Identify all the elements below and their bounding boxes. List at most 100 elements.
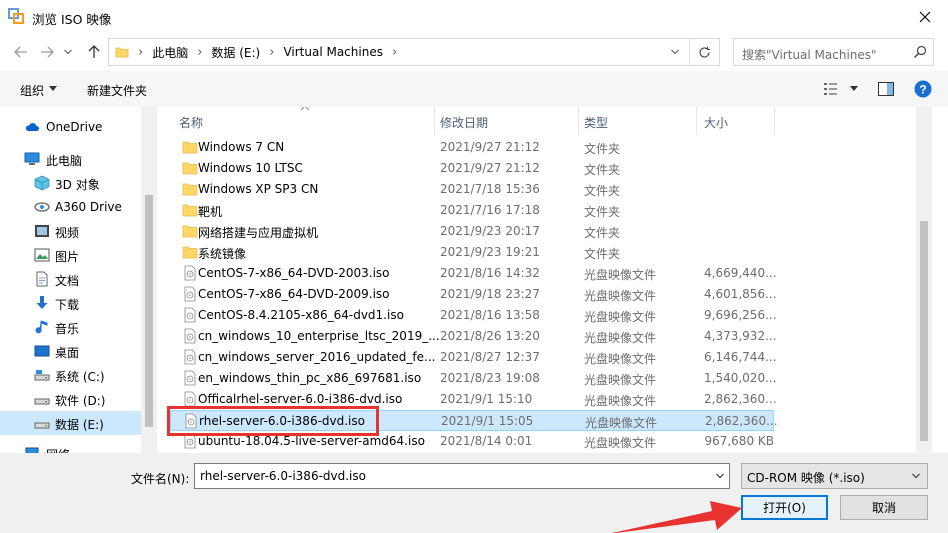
command-toolbar: 组织 新建文件夹 ?	[0, 71, 948, 107]
file-row[interactable]: CentOS-7-x86_64-DVD-2003.iso 2021/8/16 14…	[170, 263, 777, 284]
sidebar-item-this-pc[interactable]: 此电脑	[0, 147, 141, 171]
file-row[interactable]: CentOS-7-x86_64-DVD-2009.iso 2021/9/18 23…	[170, 284, 777, 305]
file-date: 2021/8/16 13:58	[440, 308, 540, 322]
column-separator[interactable]	[696, 107, 697, 135]
caret-down-icon[interactable]	[850, 86, 858, 91]
up-button[interactable]	[84, 42, 104, 62]
sidebar-item-desktop[interactable]: 桌面	[0, 339, 141, 363]
close-button[interactable]	[902, 0, 948, 33]
folder-row[interactable]: 网络搭建与应用虚拟机 2021/9/23 20:17 文件夹	[170, 221, 774, 242]
cancel-button[interactable]: 取消	[840, 495, 928, 520]
sidebar-item-a360-drive[interactable]: A360 Drive	[0, 195, 141, 219]
file-type: 文件夹	[584, 205, 621, 219]
sidebar-item-drive-e[interactable]: 数据 (E:)	[0, 411, 141, 435]
file-row[interactable]: ubuntu-18.04.5-live-server-amd64.iso 2021…	[170, 431, 774, 452]
column-header-size[interactable]: 大小	[704, 114, 728, 131]
cloud-icon	[25, 123, 39, 131]
sidebar-item-drive-d[interactable]: 软件 (D:)	[0, 387, 141, 411]
disk-icon	[34, 422, 50, 429]
file-name: CentOS-7-x86_64-DVD-2003.iso	[198, 266, 390, 280]
sidebar-item-drive-c[interactable]: 系统 (C:)	[0, 363, 141, 387]
disc-image-icon	[184, 265, 196, 281]
file-date: 2021/8/27 12:37	[440, 350, 540, 364]
sidebar-scrollbar[interactable]	[141, 107, 157, 453]
open-button-label: 打开(O)	[763, 501, 806, 515]
navigation-pane: OneDrive 此电脑 3D 对象 A360 Drive 视频 图片 文档 下…	[0, 107, 157, 453]
filetype-select[interactable]: CD-ROM 映像 (*.iso)	[741, 463, 928, 489]
sidebar-item-music[interactable]: 音乐	[0, 315, 141, 339]
back-button[interactable]	[11, 42, 31, 62]
column-separator[interactable]	[434, 107, 435, 135]
breadcrumb: › 此电脑 › 数据 (E:) › Virtual Machines ›	[129, 39, 406, 65]
disk-icon	[34, 370, 50, 381]
file-date: 2021/8/23 19:08	[440, 371, 540, 385]
search-box[interactable]: 搜索"Virtual Machines"	[733, 38, 934, 66]
filename-input[interactable]: rhel-server-6.0-i386-dvd.iso	[200, 469, 366, 483]
file-row[interactable]: rhel-server-6.0-i386-dvd.iso 2021/9/1 15:…	[170, 410, 778, 431]
breadcrumb-item-virtual-machines[interactable]: Virtual Machines	[283, 45, 383, 59]
sidebar-item-network[interactable]: 网络	[0, 441, 141, 453]
breadcrumb-separator[interactable]: ›	[269, 45, 274, 60]
column-separator[interactable]	[774, 107, 775, 135]
file-row[interactable]: cn_windows_server_2016_updated_fe... 2021…	[170, 347, 777, 368]
sidebar-item-3d-objects[interactable]: 3D 对象	[0, 171, 141, 195]
sidebar-item-onedrive[interactable]: OneDrive	[0, 115, 141, 139]
breadcrumb-separator[interactable]: ›	[197, 45, 202, 60]
file-date: 2021/9/23 20:17	[440, 224, 540, 238]
file-list-scrollbar[interactable]	[916, 107, 932, 453]
new-folder-button[interactable]: 新建文件夹	[87, 82, 147, 99]
search-input[interactable]: 搜索"Virtual Machines"	[742, 46, 877, 63]
breadcrumb-item-data-drive[interactable]: 数据 (E:)	[211, 44, 260, 61]
breadcrumb-separator[interactable]: ›	[392, 45, 397, 60]
file-size: 2,862,360...	[704, 392, 777, 406]
file-type: 文件夹	[584, 247, 621, 261]
file-list-scrollbar-thumb[interactable]	[920, 221, 928, 441]
folder-row[interactable]: Windows 10 LTSC 2021/9/27 21:12 文件夹	[170, 158, 774, 179]
column-header-name[interactable]: 名称	[179, 114, 203, 131]
document-icon	[36, 271, 48, 287]
sidebar-item-videos[interactable]: 视频	[0, 219, 141, 243]
column-separator[interactable]	[578, 107, 579, 135]
file-name: en_windows_thin_pc_x86_697681.iso	[198, 371, 422, 385]
help-icon[interactable]: ?	[914, 80, 932, 98]
sidebar-scrollbar-thumb[interactable]	[145, 195, 153, 427]
address-bar[interactable]: › 此电脑 › 数据 (E:) › Virtual Machines ›	[108, 38, 720, 66]
folder-row[interactable]: Windows 7 CN 2021/9/27 21:12 文件夹	[170, 137, 774, 158]
download-icon	[36, 296, 48, 309]
file-row[interactable]: cn_windows_10_enterprise_ltsc_2019_... 20…	[170, 326, 777, 347]
recent-locations-button[interactable]	[61, 42, 75, 62]
chevron-down-icon	[716, 473, 724, 479]
forward-button[interactable]	[37, 42, 57, 62]
filetype-dropdown-button[interactable]	[907, 464, 925, 488]
sidebar-item-downloads[interactable]: 下载	[0, 291, 141, 315]
folder-row[interactable]: 系统镜像 2021/9/23 19:21 文件夹	[170, 242, 774, 263]
filename-dropdown-button[interactable]	[711, 464, 729, 488]
view-options-icon[interactable]	[824, 83, 842, 95]
breadcrumb-item-this-pc[interactable]: 此电脑	[152, 44, 188, 61]
file-date: 2021/8/16 14:32	[440, 266, 540, 280]
file-name: rhel-server-6.0-i386-dvd.iso	[199, 414, 365, 428]
window-title: 浏览 ISO 映像	[32, 12, 112, 27]
column-header-type[interactable]: 类型	[584, 114, 608, 131]
file-name: cn_windows_server_2016_updated_fe...	[198, 350, 436, 364]
file-row[interactable]: en_windows_thin_pc_x86_697681.iso 2021/8/…	[170, 368, 777, 389]
chevron-down-icon	[912, 473, 920, 479]
sidebar-item-documents[interactable]: 文档	[0, 267, 141, 291]
sidebar-item-pictures[interactable]: 图片	[0, 243, 141, 267]
disc-image-icon	[184, 391, 196, 407]
organize-button[interactable]: 组织	[20, 82, 44, 99]
file-name: CentOS-8.4.2105-x86_64-dvd1.iso	[198, 308, 404, 322]
preview-pane-icon[interactable]	[878, 82, 894, 96]
column-header-date[interactable]: 修改日期	[440, 114, 488, 131]
file-row[interactable]: CentOS-8.4.2105-x86_64-dvd1.iso 2021/8/16…	[170, 305, 777, 326]
file-name: Windows 10 LTSC	[198, 161, 303, 175]
filename-combobox[interactable]: rhel-server-6.0-i386-dvd.iso	[194, 463, 730, 489]
file-row[interactable]: Officalrhel-server-6.0-i386-dvd.iso 2021/…	[170, 389, 777, 410]
file-date: 2021/9/23 19:21	[440, 245, 540, 259]
address-history-button[interactable]	[665, 39, 685, 65]
folder-row[interactable]: Windows XP SP3 CN 2021/7/18 15:36 文件夹	[170, 179, 774, 200]
open-button[interactable]: 打开(O)	[741, 495, 828, 520]
folder-row[interactable]: 靶机 2021/7/16 17:18 文件夹	[170, 200, 774, 221]
refresh-button[interactable]	[689, 39, 719, 65]
music-icon	[35, 320, 48, 334]
